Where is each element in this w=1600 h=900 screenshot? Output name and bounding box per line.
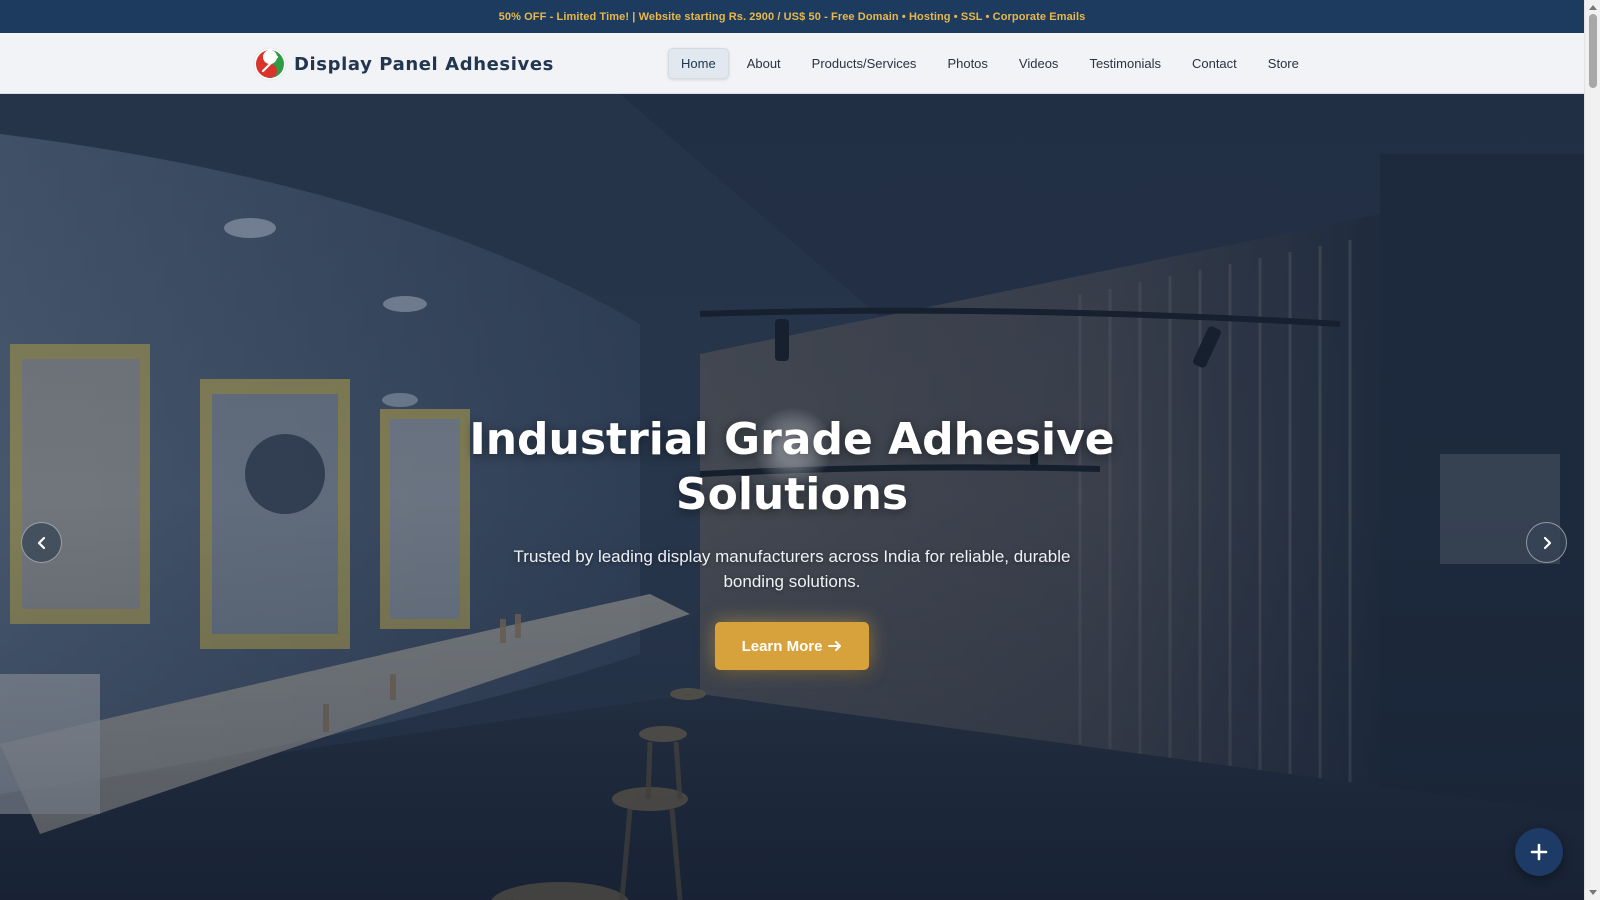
nav-item-about[interactable]: About — [734, 48, 794, 79]
scroll-up-arrow-icon — [1589, 5, 1597, 10]
nav-item-products-services[interactable]: Products/Services — [799, 48, 930, 79]
learn-more-label: Learn More — [741, 637, 823, 655]
learn-more-button[interactable]: Learn More — [715, 622, 869, 670]
hero-subtitle: Trusted by leading display manufacturers… — [513, 547, 1071, 591]
page-scrollbar[interactable] — [1584, 0, 1600, 900]
nav-item-videos[interactable]: Videos — [1006, 48, 1072, 79]
nav-item-home[interactable]: Home — [668, 47, 729, 79]
brand-name: Display Panel Adhesives — [294, 53, 554, 75]
promo-text: 50% OFF - Limited Time! | Website starti… — [498, 10, 1086, 23]
hero-slider: Industrial Grade Adhesive Solutions Trus… — [0, 94, 1584, 900]
chevron-left-icon — [37, 536, 45, 549]
nav-item-photos[interactable]: Photos — [934, 48, 1000, 79]
scrollbar-thumb[interactable] — [1589, 14, 1597, 88]
scroll-up-button[interactable] — [1585, 0, 1600, 14]
main-nav: Home About Products/Services Photos Vide… — [668, 47, 1317, 79]
hero-title: Industrial Grade Adhesive Solutions — [469, 414, 1115, 520]
floating-action-button[interactable] — [1515, 828, 1563, 876]
promo-banner: 50% OFF - Limited Time! | Website starti… — [0, 0, 1584, 33]
hero-content: Industrial Grade Adhesive Solutions Trus… — [0, 412, 1584, 670]
site-header: Display Panel Adhesives Home About Produ… — [0, 33, 1584, 94]
nav-item-contact[interactable]: Contact — [1179, 48, 1250, 79]
nav-item-store[interactable]: Store — [1255, 48, 1312, 79]
plus-icon — [1530, 843, 1548, 861]
yin-yang-logo-icon — [253, 47, 287, 81]
slider-next-button[interactable] — [1526, 522, 1567, 563]
nav-item-testimonials[interactable]: Testimonials — [1076, 48, 1174, 79]
scroll-down-button[interactable] — [1585, 886, 1600, 900]
slider-prev-button[interactable] — [21, 522, 62, 563]
scroll-down-arrow-icon — [1589, 890, 1597, 895]
arrow-right-icon — [828, 641, 842, 651]
brand-link[interactable]: Display Panel Adhesives — [253, 45, 554, 83]
chevron-right-icon — [1543, 536, 1551, 549]
